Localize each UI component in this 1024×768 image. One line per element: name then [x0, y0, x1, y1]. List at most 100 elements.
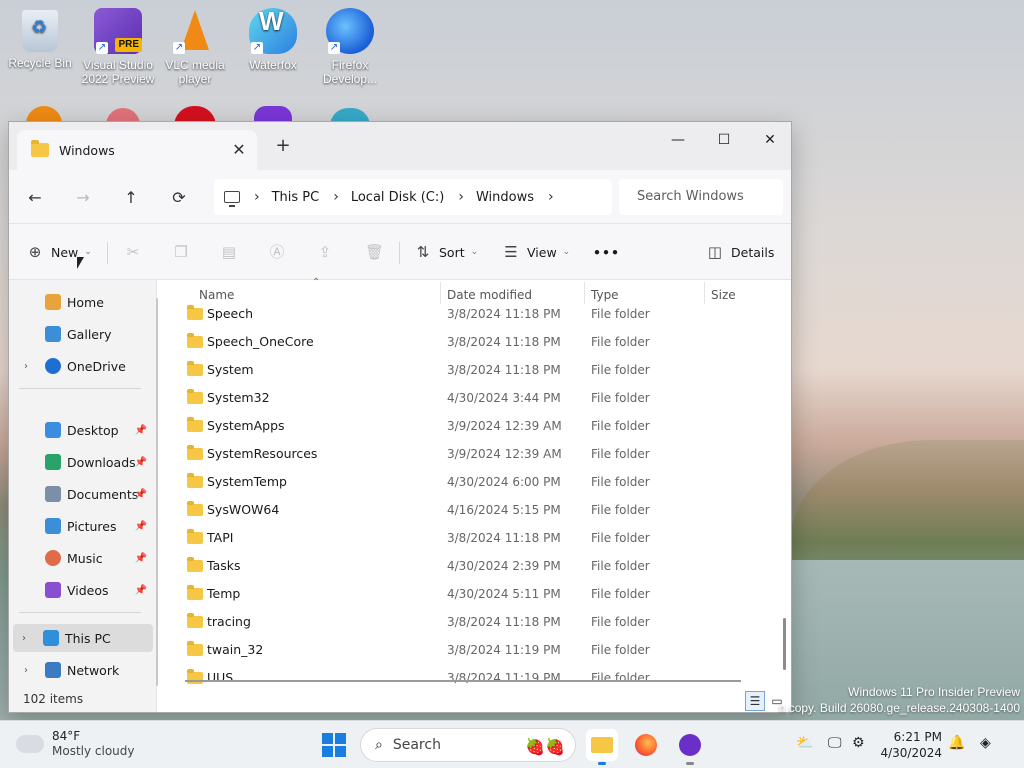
- details-view-button[interactable]: ☰: [745, 691, 765, 711]
- minimize-button[interactable]: —: [655, 126, 701, 154]
- file-type: File folder: [591, 335, 650, 349]
- chevron-right-icon[interactable]: ›: [19, 665, 33, 676]
- sort-button[interactable]: ⇅ Sort ⌄: [415, 238, 478, 266]
- sidebar-item-label: Gallery: [67, 326, 112, 342]
- folder-icon: [187, 641, 203, 656]
- taskbar-search[interactable]: ⌕ Search 🍓🍓: [360, 728, 576, 762]
- sidebar-item-label: This PC: [65, 630, 111, 646]
- system-clock[interactable]: 6:21 PM 4/30/2024: [880, 729, 942, 761]
- chevron-down-icon: ⌄: [84, 247, 92, 257]
- sidebar-item-pictures[interactable]: Pictures 📌: [15, 512, 147, 540]
- close-button[interactable]: ✕: [747, 126, 791, 154]
- file-name: SystemTemp: [207, 474, 287, 489]
- share-button[interactable]: ⇪: [317, 238, 341, 266]
- address-bar[interactable]: › This PC › Local Disk (C:) › Windows ›: [214, 179, 612, 215]
- sidebar-item-downloads[interactable]: Downloads 📌: [15, 448, 147, 476]
- chevron-right-icon[interactable]: ›: [19, 361, 33, 372]
- cut-button[interactable]: ✂: [125, 238, 149, 266]
- copilot-icon[interactable]: ◈: [980, 735, 991, 751]
- pin-icon[interactable]: 📌: [135, 553, 147, 564]
- file-list-scrollbar[interactable]: [783, 618, 786, 670]
- details-label: Details: [731, 244, 775, 260]
- sidebar-item-this-pc[interactable]: › This PC: [13, 624, 153, 652]
- table-row[interactable]: Speech_OneCore 3/8/2024 11:18 PM File fold…: [181, 328, 781, 356]
- sidebar-item-label: OneDrive: [67, 358, 126, 374]
- sidebar-item-onedrive[interactable]: › OneDrive: [15, 352, 147, 380]
- table-row[interactable]: Speech 3/8/2024 11:18 PM File folder: [181, 300, 781, 328]
- chevron-right-icon[interactable]: ›: [17, 633, 31, 644]
- view-button[interactable]: ☰ View ⌄: [503, 238, 570, 266]
- taskbar-app[interactable]: [674, 729, 706, 765]
- horizontal-scrollbar[interactable]: [185, 680, 741, 682]
- desktop-icon-vlc[interactable]: ↗ VLC media player: [157, 8, 233, 86]
- copy-button[interactable]: ❐: [173, 238, 197, 266]
- breadcrumb-local-disk[interactable]: Local Disk (C:): [351, 190, 444, 205]
- breadcrumb-separator-icon[interactable]: ›: [548, 189, 554, 205]
- sidebar-item-label: Network: [67, 662, 120, 678]
- table-row[interactable]: System 3/8/2024 11:18 PM File folder: [181, 356, 781, 384]
- breadcrumb-separator-icon[interactable]: ›: [254, 189, 260, 205]
- network-status-icon[interactable]: ⛅: [796, 735, 813, 751]
- breadcrumb-separator-icon[interactable]: ›: [458, 189, 464, 205]
- folder-icon: [187, 529, 203, 544]
- table-row[interactable]: UUS 3/8/2024 11:19 PM File folder: [181, 664, 781, 692]
- taskbar-firefox[interactable]: [630, 729, 662, 761]
- sidebar-item-home[interactable]: Home: [15, 288, 147, 316]
- table-row[interactable]: tracing 3/8/2024 11:18 PM File folder: [181, 608, 781, 636]
- tab-windows[interactable]: Windows ✕: [17, 130, 257, 170]
- breadcrumb-this-pc[interactable]: This PC: [272, 190, 320, 205]
- sort-label: Sort: [439, 244, 465, 260]
- breadcrumb-separator-icon[interactable]: ›: [333, 189, 339, 205]
- sidebar-item-videos[interactable]: Videos 📌: [15, 576, 147, 604]
- forward-button[interactable]: →: [69, 184, 97, 212]
- table-row[interactable]: SystemTemp 4/30/2024 6:00 PM File folder: [181, 468, 781, 496]
- file-name: SystemResources: [207, 446, 318, 461]
- sidebar-item-documents[interactable]: Documents 📌: [15, 480, 147, 508]
- paste-button[interactable]: ▤: [221, 238, 245, 266]
- file-date: 4/30/2024 2:39 PM: [447, 559, 561, 573]
- new-tab-button[interactable]: +: [271, 134, 295, 158]
- table-row[interactable]: Tasks 4/30/2024 2:39 PM File folder: [181, 552, 781, 580]
- back-button[interactable]: ←: [21, 184, 49, 212]
- pin-icon[interactable]: 📌: [135, 521, 147, 532]
- taskbar-file-explorer[interactable]: [586, 729, 618, 765]
- breadcrumb-windows[interactable]: Windows: [476, 190, 534, 205]
- close-tab-icon[interactable]: ✕: [229, 140, 249, 160]
- rename-button[interactable]: Ⓐ: [269, 238, 293, 266]
- start-button[interactable]: [322, 733, 346, 757]
- desktop-icon-firefox-developer[interactable]: ↗ Firefox Develop...: [312, 8, 388, 86]
- windows-logo-icon: [322, 733, 333, 744]
- desktop-icon-recycle-bin[interactable]: ♻ Recycle Bin: [2, 10, 78, 70]
- sidebar-scrollbar[interactable]: [156, 298, 158, 686]
- more-options-button[interactable]: •••: [593, 238, 620, 266]
- delete-button[interactable]: 🗑: [365, 238, 389, 266]
- sidebar-item-desktop[interactable]: Desktop 📌: [15, 416, 147, 444]
- notification-bell-icon[interactable]: 🔔: [948, 735, 965, 751]
- sound-icon[interactable]: ⚙: [852, 735, 865, 751]
- sidebar-item-network[interactable]: › Network: [15, 656, 147, 684]
- title-bar[interactable]: Windows ✕ + — ☐ ✕: [9, 122, 791, 170]
- pin-icon[interactable]: 📌: [135, 457, 147, 468]
- folder-icon: [591, 737, 613, 753]
- table-row[interactable]: SystemResources 3/9/2024 12:39 AM File fol…: [181, 440, 781, 468]
- weather-widget[interactable]: 84°F Mostly cloudy: [14, 729, 135, 759]
- details-pane-button[interactable]: ◫ Details: [707, 238, 774, 266]
- display-icon[interactable]: 🖵: [828, 735, 842, 751]
- refresh-button[interactable]: ⟳: [165, 184, 193, 212]
- search-input[interactable]: Search Windows: [619, 179, 783, 215]
- desktop-icon-waterfox[interactable]: W ↗ Waterfox: [235, 8, 311, 72]
- pin-icon[interactable]: 📌: [135, 585, 147, 596]
- sidebar-item-music[interactable]: Music 📌: [15, 544, 147, 572]
- table-row[interactable]: SystemApps 3/9/2024 12:39 AM File folder: [181, 412, 781, 440]
- maximize-button[interactable]: ☐: [701, 126, 747, 154]
- pin-icon[interactable]: 📌: [135, 425, 147, 436]
- desktop-icon-visual-studio[interactable]: PRE ↗ Visual Studio 2022 Preview: [80, 8, 156, 86]
- table-row[interactable]: SysWOW64 4/16/2024 5:15 PM File folder: [181, 496, 781, 524]
- table-row[interactable]: twain_32 3/8/2024 11:19 PM File folder: [181, 636, 781, 664]
- table-row[interactable]: TAPI 3/8/2024 11:18 PM File folder: [181, 524, 781, 552]
- table-row[interactable]: Temp 4/30/2024 5:11 PM File folder: [181, 580, 781, 608]
- pin-icon[interactable]: 📌: [135, 489, 147, 500]
- sidebar-item-gallery[interactable]: Gallery: [15, 320, 147, 348]
- table-row[interactable]: System32 4/30/2024 3:44 PM File folder: [181, 384, 781, 412]
- up-button[interactable]: ↑: [117, 184, 145, 212]
